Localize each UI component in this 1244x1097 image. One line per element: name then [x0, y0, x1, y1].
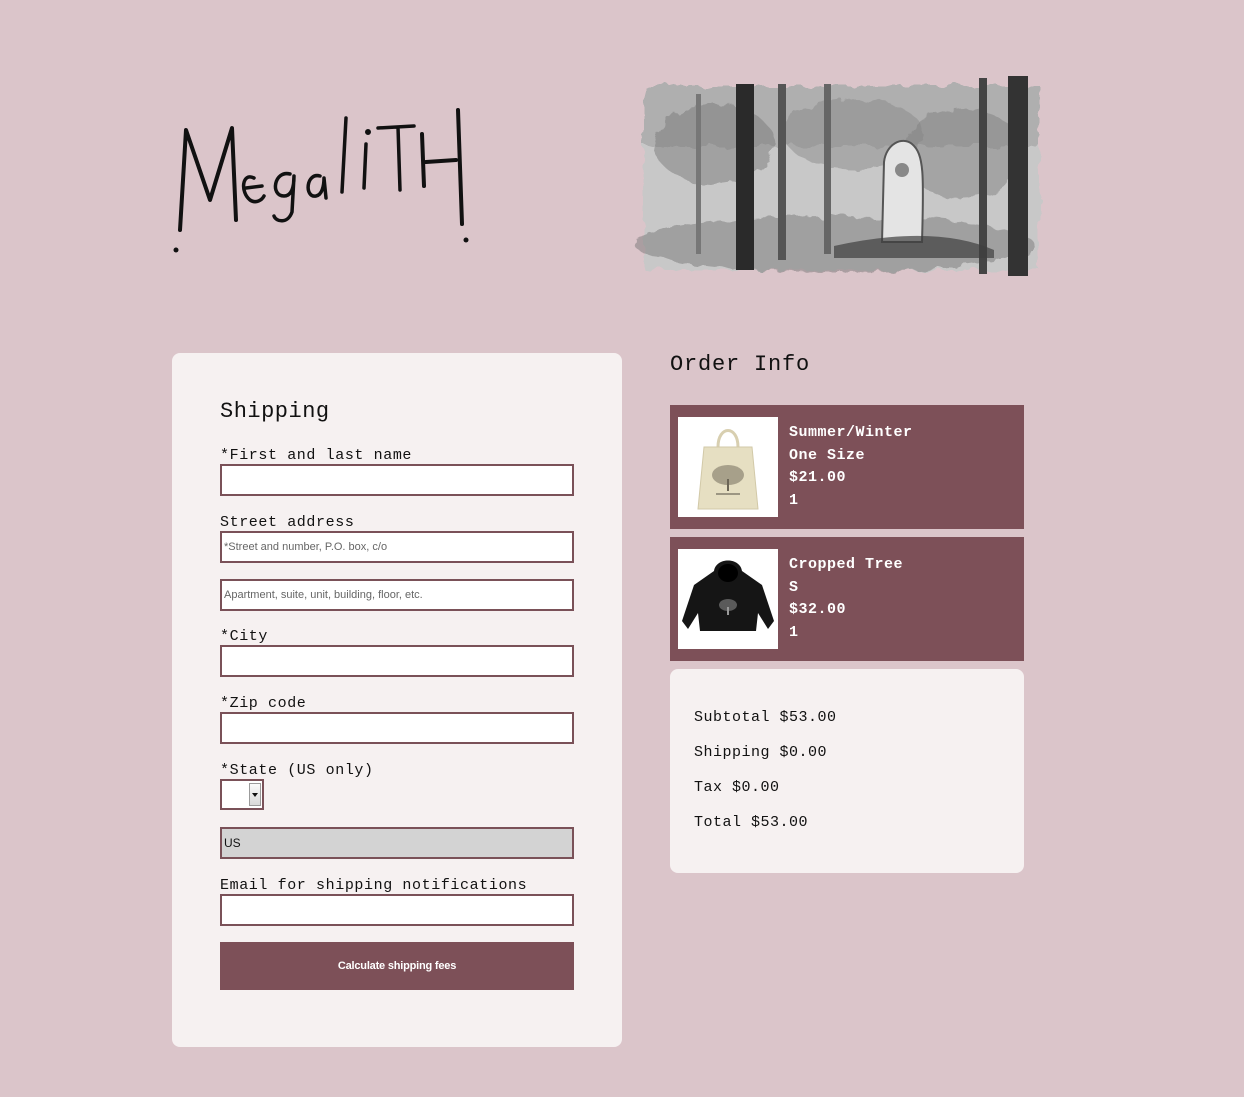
- order-totals-card: Subtotal $53.00 Shipping $0.00 Tax $0.00…: [670, 669, 1024, 873]
- tote-bag-image[interactable]: [678, 417, 778, 517]
- name-input[interactable]: [220, 464, 574, 496]
- order-item-details: Cropped Tree S $32.00 1: [789, 554, 903, 644]
- hoodie-image[interactable]: [678, 549, 778, 649]
- country-value: US: [224, 836, 241, 850]
- shipping-form-card: Shipping *First and last name Street add…: [172, 353, 622, 1047]
- order-item-details: Summer/Winter One Size $21.00 1: [789, 422, 913, 512]
- item-name: Summer/Winter: [789, 424, 913, 441]
- tax-line: Tax $0.00: [694, 779, 780, 796]
- forest-banner-image: [634, 74, 1048, 280]
- state-select[interactable]: [220, 779, 264, 810]
- item-quantity: 1: [789, 491, 799, 509]
- order-item: Summer/Winter One Size $21.00 1: [670, 405, 1024, 529]
- state-label: *State (US only): [220, 762, 374, 779]
- city-label: *City: [220, 628, 269, 645]
- name-label: *First and last name: [220, 447, 413, 464]
- zip-input[interactable]: [220, 712, 574, 744]
- item-variant: S: [789, 578, 799, 596]
- email-label: Email for shipping notifications: [220, 877, 528, 894]
- street-line1-input[interactable]: [220, 531, 574, 563]
- item-price: $21.00: [789, 469, 847, 486]
- order-info-title: Order Info: [670, 352, 811, 377]
- item-variant: One Size: [789, 446, 866, 464]
- item-price: $32.00: [789, 601, 847, 618]
- megalith-logo[interactable]: [170, 100, 480, 260]
- street-label: Street address: [220, 514, 355, 531]
- street-line2-input[interactable]: [220, 579, 574, 611]
- country-input: US: [220, 827, 574, 859]
- city-input[interactable]: [220, 645, 574, 677]
- item-quantity: 1: [789, 623, 799, 641]
- chevron-down-icon[interactable]: [249, 783, 261, 806]
- order-item: Cropped Tree S $32.00 1: [670, 537, 1024, 661]
- shipping-title: Shipping: [220, 399, 330, 424]
- shipping-line: Shipping $0.00: [694, 744, 828, 761]
- item-name: Cropped Tree: [789, 556, 904, 573]
- total-line: Total $53.00: [694, 814, 809, 831]
- email-input[interactable]: [220, 894, 574, 926]
- calculate-shipping-button[interactable]: Calculate shipping fees: [220, 942, 574, 990]
- subtotal-line: Subtotal $53.00: [694, 709, 837, 726]
- zip-label: *Zip code: [220, 695, 307, 712]
